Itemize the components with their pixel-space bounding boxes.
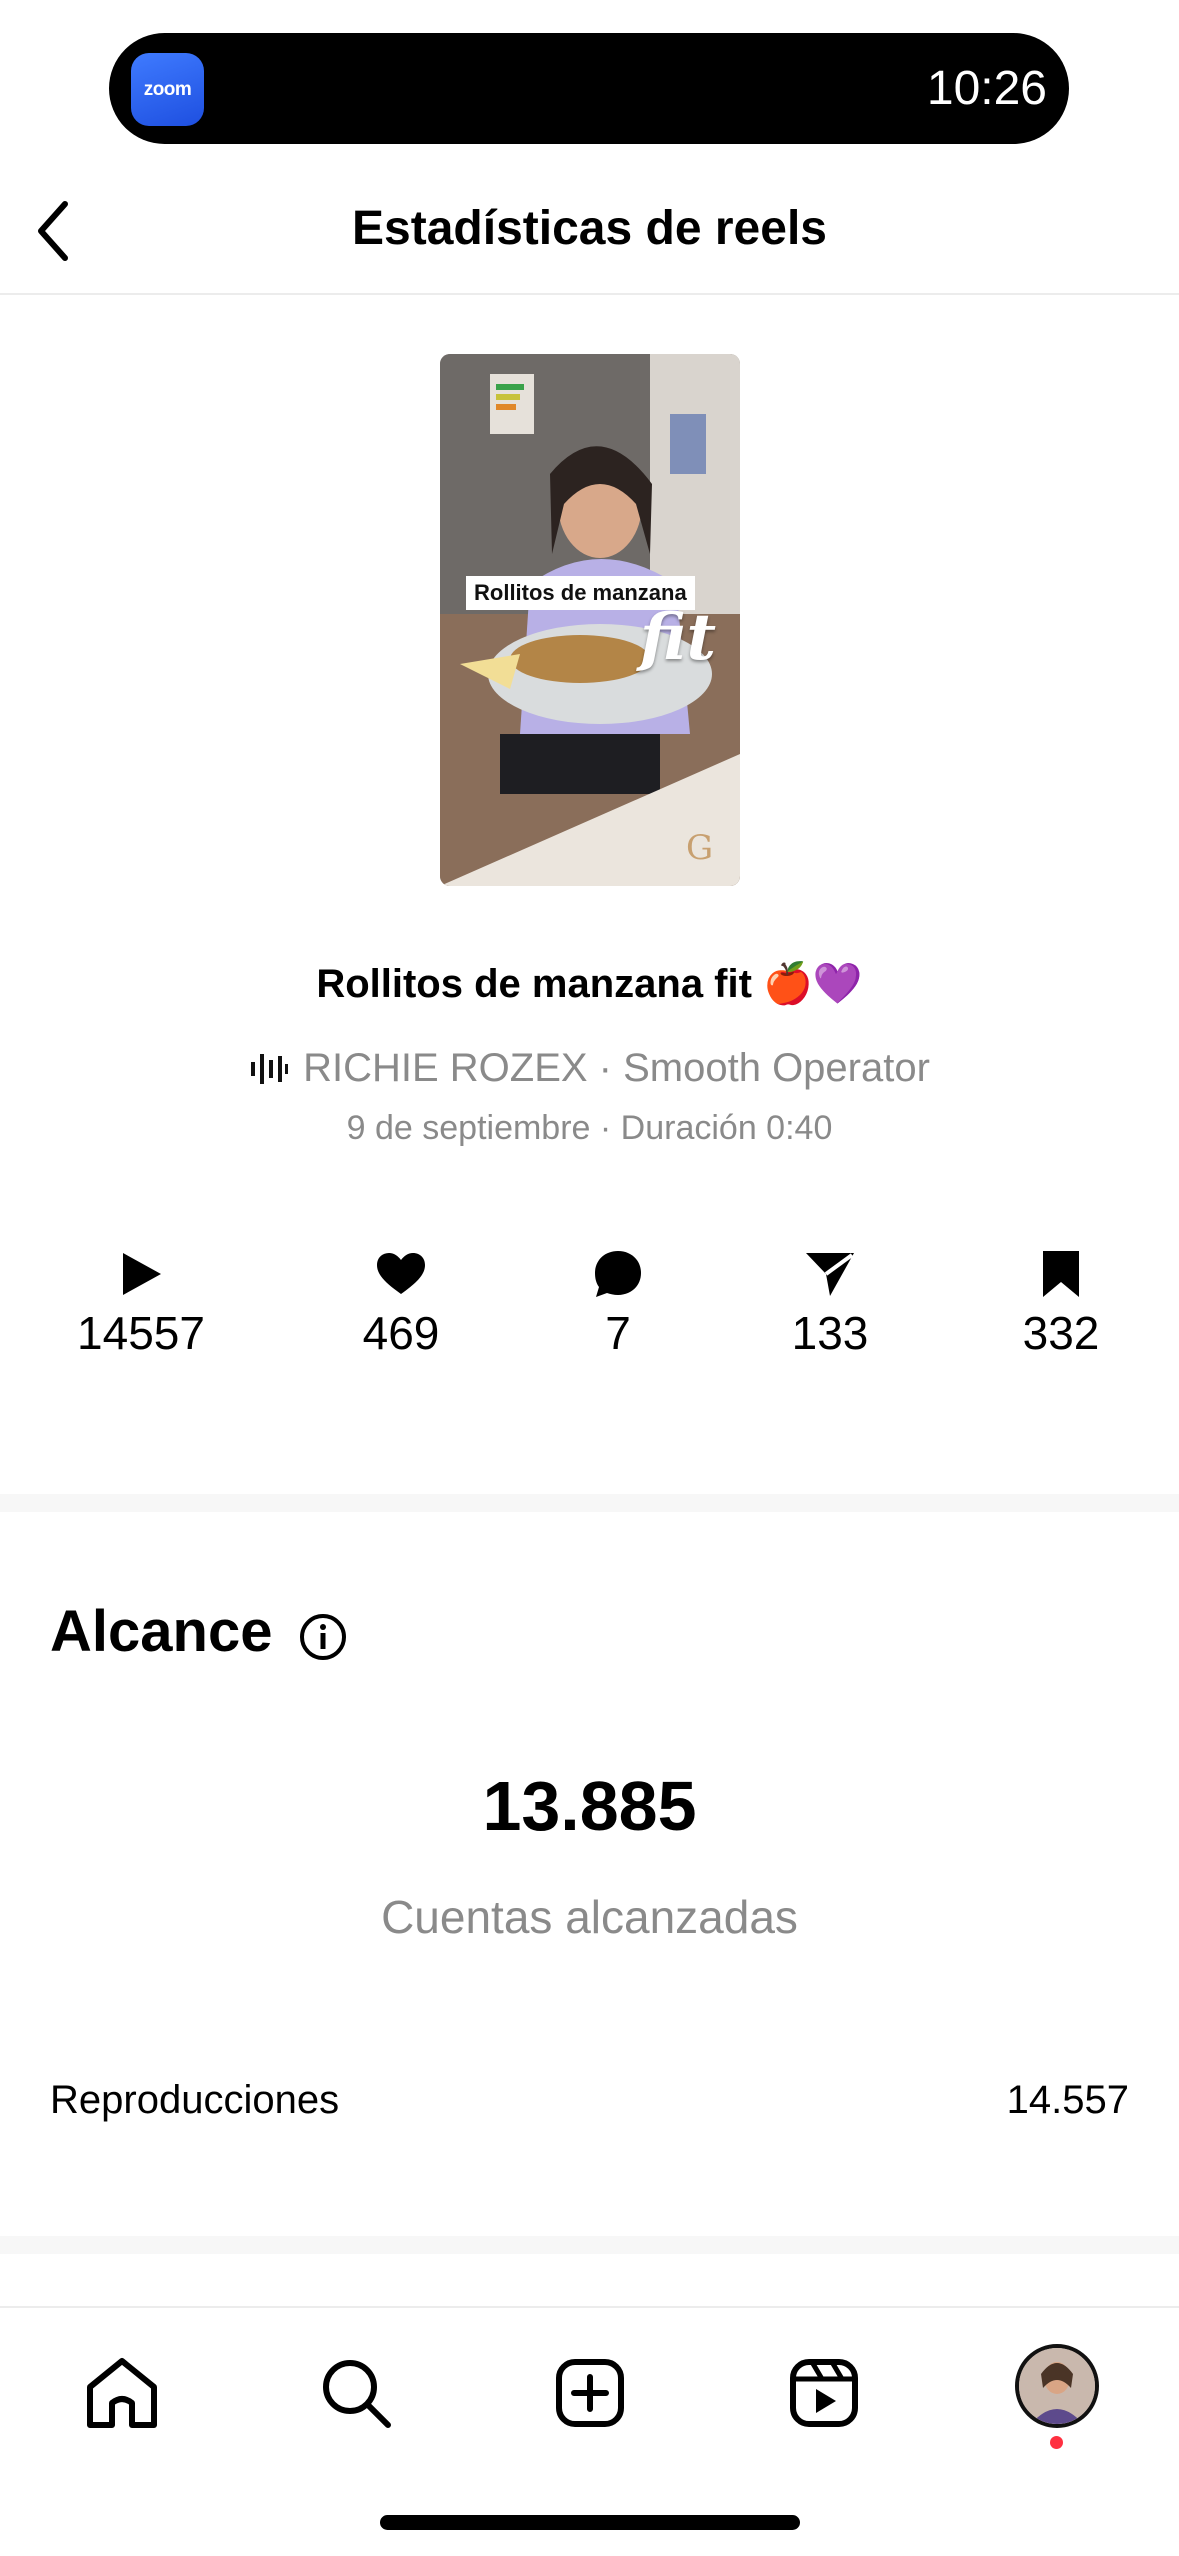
- nav-create[interactable]: [545, 2348, 635, 2438]
- audio-info[interactable]: RICHIE ROZEX · Smooth Operator: [0, 1046, 1179, 1091]
- zoom-app-icon[interactable]: zoom: [131, 53, 204, 126]
- metric-saves: 332: [961, 1248, 1161, 1360]
- plays-count: 14557: [77, 1307, 205, 1359]
- plays-row-label: Reproducciones: [50, 2078, 340, 2122]
- section-divider: [0, 2236, 1179, 2254]
- section-divider: [0, 1494, 1179, 1512]
- nav-search[interactable]: [311, 2348, 401, 2438]
- likes-count: 469: [362, 1307, 440, 1359]
- nav-home[interactable]: [77, 2348, 167, 2438]
- create-icon: [556, 2359, 624, 2427]
- nav-profile-avatar[interactable]: [1015, 2344, 1099, 2428]
- avatar: [1019, 2348, 1095, 2424]
- thumbnail-overlay-text: fit: [639, 600, 716, 675]
- audio-track-label: RICHIE ROZEX · Smooth Operator: [303, 1046, 930, 1090]
- notification-dot: [1050, 2436, 1063, 2449]
- audio-waveform-icon: [251, 1053, 289, 1084]
- shares-count: 133: [791, 1307, 869, 1359]
- back-button[interactable]: [18, 196, 88, 266]
- bookmark-icon: [1043, 1251, 1079, 1297]
- reach-value: 13.885: [482, 1767, 697, 1845]
- nav-reels[interactable]: [779, 2348, 869, 2438]
- saves-count: 332: [1022, 1307, 1100, 1359]
- svg-text:G: G: [686, 828, 713, 868]
- play-icon: [123, 1253, 161, 1295]
- comments-count: 7: [605, 1307, 631, 1359]
- metric-likes: 469: [301, 1248, 501, 1360]
- home-indicator[interactable]: [380, 2515, 800, 2530]
- status-bar: zoom 10:26: [109, 33, 1069, 144]
- send-icon: [806, 1253, 854, 1296]
- metric-comments: 7: [518, 1248, 718, 1360]
- info-icon[interactable]: [298, 1612, 348, 1662]
- chevron-left-icon: [38, 201, 68, 261]
- metric-shares: 133: [730, 1248, 930, 1360]
- clock: 10:26: [926, 62, 1047, 115]
- reach-label: Cuentas alcanzadas: [381, 1891, 798, 1943]
- reach-title: Alcance: [50, 1599, 273, 1664]
- date-duration: 9 de septiembre · Duración 0:40: [346, 1109, 833, 1147]
- page-title: Estadísticas de reels: [352, 202, 827, 255]
- home-icon: [87, 2358, 157, 2428]
- heart-icon: [377, 1253, 425, 1294]
- header: Estadísticas de reels: [0, 170, 1179, 295]
- reels-icon: [790, 2359, 858, 2427]
- plays-row-value: 14.557: [1006, 2078, 1129, 2122]
- reel-title: Rollitos de manzana fit 🍎💜: [316, 962, 863, 1006]
- search-icon: [323, 2360, 391, 2428]
- comment-icon: [595, 1251, 641, 1297]
- metric-plays: 14557: [41, 1248, 241, 1360]
- reel-thumbnail[interactable]: G Rollitos de manzana fit: [440, 354, 740, 886]
